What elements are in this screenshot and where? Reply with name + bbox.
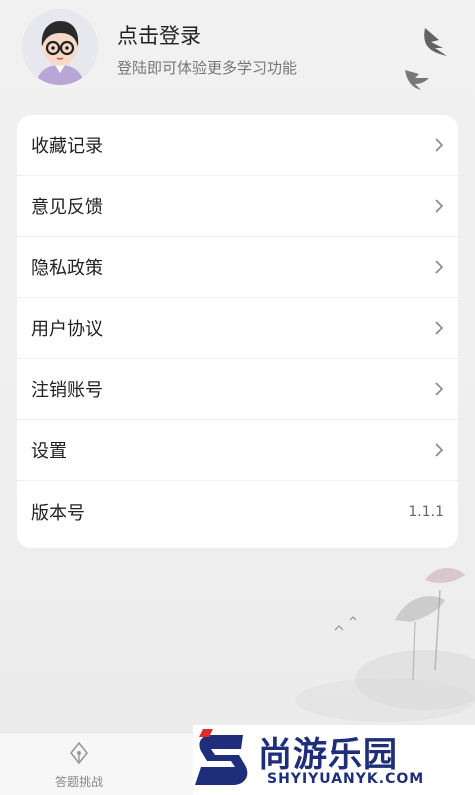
- tab-label: 答题挑战: [54, 775, 103, 789]
- menu-item-favorites[interactable]: 收藏记录: [17, 115, 458, 176]
- avatar[interactable]: [22, 9, 98, 85]
- login-subtitle: 登陆即可体验更多学习功能: [117, 59, 298, 77]
- menu-item-label: 设置: [31, 441, 67, 462]
- pen-nib-icon: [69, 741, 89, 765]
- menu-card: 收藏记录 意见反馈 隐私政策 用户协议 注销账号 设置 版本号 1.1.1: [17, 115, 458, 548]
- menu-item-user-agreement[interactable]: 用户协议: [17, 298, 458, 359]
- menu-item-label: 注销账号: [31, 380, 103, 401]
- tab-quiz-challenge[interactable]: 答题挑战: [44, 741, 114, 790]
- version-value: 1.1.1: [408, 503, 444, 520]
- chevron-right-icon: [435, 443, 444, 457]
- menu-item-label: 用户协议: [31, 319, 103, 340]
- brand-s-logo-icon: [195, 729, 248, 785]
- chevron-right-icon: [435, 260, 444, 274]
- menu-item-delete-account[interactable]: 注销账号: [17, 359, 458, 420]
- ink-landscape-decoration: [295, 568, 475, 722]
- chevron-right-icon: [435, 199, 444, 213]
- watermark-brand-name: 尚游乐园: [258, 735, 398, 775]
- site-watermark-logo: 尚游乐园 SHYIYUANYK.COM: [193, 725, 475, 795]
- menu-item-privacy-policy[interactable]: 隐私政策: [17, 237, 458, 298]
- menu-item-settings[interactable]: 设置: [17, 420, 458, 481]
- chevron-right-icon: [435, 321, 444, 335]
- menu-item-label: 意见反馈: [31, 197, 103, 218]
- chevron-right-icon: [435, 138, 444, 152]
- menu-item-version: 版本号 1.1.1: [17, 481, 458, 542]
- swallow-birds-icon: [405, 28, 447, 90]
- menu-item-label: 收藏记录: [31, 136, 103, 157]
- watermark-url: SHYIYUANYK.COM: [267, 771, 425, 787]
- login-title[interactable]: 点击登录: [117, 20, 201, 50]
- profile-header[interactable]: 点击登录 登陆即可体验更多学习功能: [0, 0, 475, 112]
- menu-item-feedback[interactable]: 意见反馈: [17, 176, 458, 237]
- menu-item-label: 隐私政策: [31, 258, 103, 279]
- chevron-right-icon: [435, 382, 444, 396]
- version-label: 版本号: [31, 502, 85, 524]
